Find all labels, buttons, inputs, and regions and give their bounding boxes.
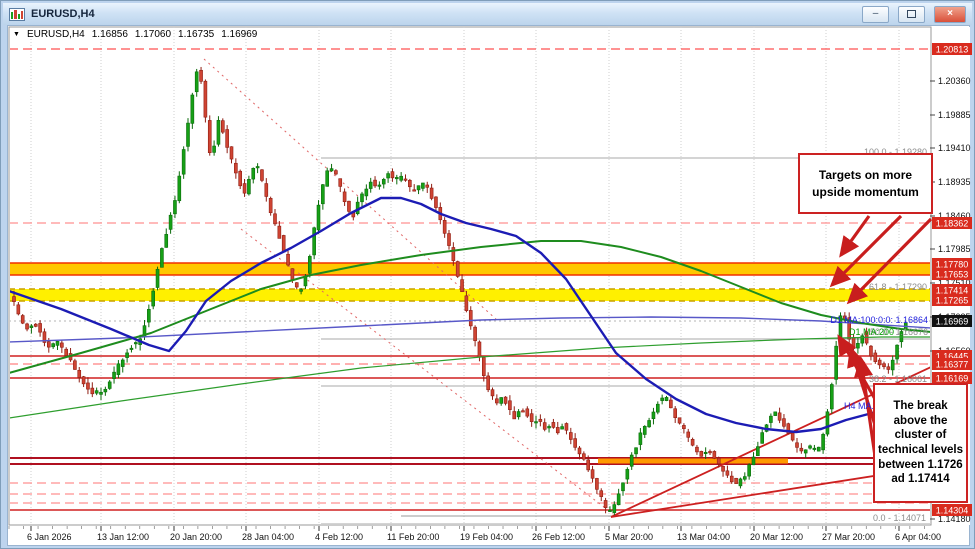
chart-window-icon[interactable] (9, 8, 25, 21)
chart-area[interactable] (7, 25, 970, 546)
restore-icon (907, 10, 916, 18)
restore-button[interactable] (898, 6, 925, 23)
mt-chart-window: EURUSD,H4 – × ▼ EURUSD,H4 1.16856 1.1706… (0, 0, 975, 549)
info-high: 1.17060 (135, 29, 171, 40)
annotation-break-box[interactable]: The break above the cluster of technical… (873, 383, 968, 503)
close-button[interactable]: × (934, 6, 966, 23)
minimize-button[interactable]: – (862, 6, 889, 23)
info-close: 1.16969 (221, 29, 257, 40)
info-low: 1.16735 (178, 29, 214, 40)
window-title: EURUSD,H4 (31, 8, 853, 20)
symbol-dropdown-icon[interactable]: ▼ (13, 31, 20, 38)
info-symbol: EURUSD,H4 (27, 29, 85, 40)
annotation-targets-box[interactable]: Targets on more upside momentum (798, 153, 933, 214)
info-open: 1.16856 (92, 29, 128, 40)
title-bar[interactable]: EURUSD,H4 – × (3, 3, 972, 25)
ohlc-info-bar: ▼ EURUSD,H4 1.16856 1.17060 1.16735 1.16… (13, 29, 257, 40)
